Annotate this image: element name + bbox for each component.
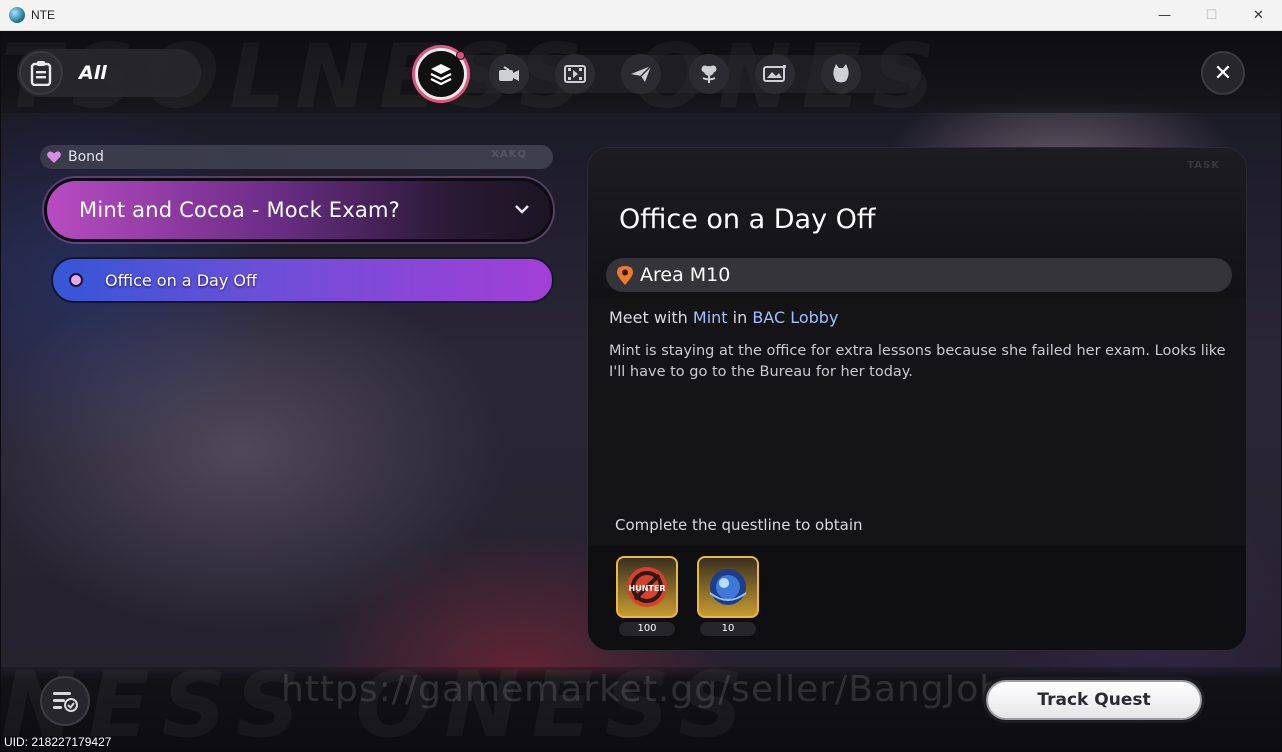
window-title: NTE [31, 8, 55, 22]
photo-card-icon [763, 65, 786, 82]
reward-item-blue-orb[interactable]: 10 [697, 556, 759, 636]
heart-icon [47, 151, 61, 163]
reward-item-hunter-badge[interactable]: HUNTER 100 [616, 556, 678, 636]
tab-all-quests[interactable] [415, 48, 467, 100]
quest-title: Office on a Day Off [619, 204, 876, 235]
hunter-badge-icon: HUNTER [616, 556, 678, 618]
filter-label: All [79, 62, 107, 84]
tab-film[interactable] [555, 54, 595, 94]
tab-bond[interactable] [689, 54, 729, 94]
window-close-button[interactable]: ✕ [1235, 0, 1282, 31]
close-button[interactable]: ✕ [1201, 51, 1245, 95]
tab-camera[interactable] [489, 54, 529, 94]
app-logo-icon [9, 7, 25, 23]
cat-icon [833, 64, 849, 83]
quest-area: Area M10 [606, 258, 1232, 292]
tab-pets[interactable] [821, 54, 861, 94]
window-titlebar: NTE — ☐ ✕ [0, 0, 1282, 31]
hunter-logo-text: HUNTER [629, 584, 666, 593]
maximize-button[interactable]: ☐ [1188, 0, 1235, 31]
objective-location: BAC Lobby [752, 308, 839, 327]
uid-label: UID: 218227179427 [4, 735, 112, 749]
film-icon [564, 65, 586, 83]
quest-description: Mint is staying at the office for extra … [609, 343, 1226, 380]
quest-filter-selector[interactable]: All [17, 49, 201, 97]
chevron-down-icon [515, 205, 529, 214]
reward-heading: Complete the questline to obtain [615, 516, 863, 534]
tab-gallery[interactable] [755, 54, 795, 94]
quest-bullet [69, 273, 83, 287]
window-controls: — ☐ ✕ [1141, 0, 1282, 31]
reward-quantity: 10 [700, 622, 756, 636]
category-label: Bond [68, 149, 104, 165]
questline-title: Mint and Cocoa - Mock Exam? [79, 198, 400, 222]
checklist-icon [53, 692, 78, 712]
track-quest-button[interactable]: Track Quest [986, 680, 1202, 720]
objective-npc: Mint [692, 308, 728, 327]
notification-dot [456, 51, 465, 60]
quest-item-label: Office on a Day Off [105, 270, 257, 290]
tab-messages[interactable] [621, 54, 661, 94]
category-header-bond: Bond XAKQ [40, 145, 553, 169]
minimize-button[interactable]: — [1141, 0, 1188, 31]
area-label: Area M10 [640, 264, 731, 286]
questline-header[interactable]: Mint and Cocoa - Mock Exam? [44, 178, 553, 242]
quest-detail-panel: TASK Office on a Day Off Area M10 Meet w… [587, 147, 1247, 651]
camera-icon [499, 66, 519, 81]
clipboard-icon [19, 51, 63, 95]
quest-log-button[interactable] [40, 676, 90, 726]
quest-objective: Meet with Mint in BAC Lobby [609, 308, 838, 327]
reward-quantity: 100 [619, 622, 675, 636]
close-icon: ✕ [1213, 60, 1233, 86]
blue-orb-icon [697, 556, 759, 618]
detail-tag: TASK [1187, 160, 1220, 171]
paper-plane-icon [631, 65, 652, 82]
quest-item-office-on-a-day-off[interactable]: Office on a Day Off [51, 257, 554, 303]
category-tabs [401, 47, 921, 100]
location-pin-icon [617, 266, 633, 285]
layers-icon [430, 64, 452, 86]
reward-list: HUNTER 100 10 [588, 546, 1246, 650]
seller-watermark: https://gamemarket.gg/seller/BangJohn [281, 669, 1027, 710]
flower-icon [701, 65, 717, 83]
objective-mid: in [727, 308, 753, 327]
category-tag: XAKQ [491, 149, 527, 160]
game-viewport: TSOLNESS ONES NESS ONESS All [1, 31, 1281, 751]
objective-prefix: Meet with [609, 308, 693, 327]
